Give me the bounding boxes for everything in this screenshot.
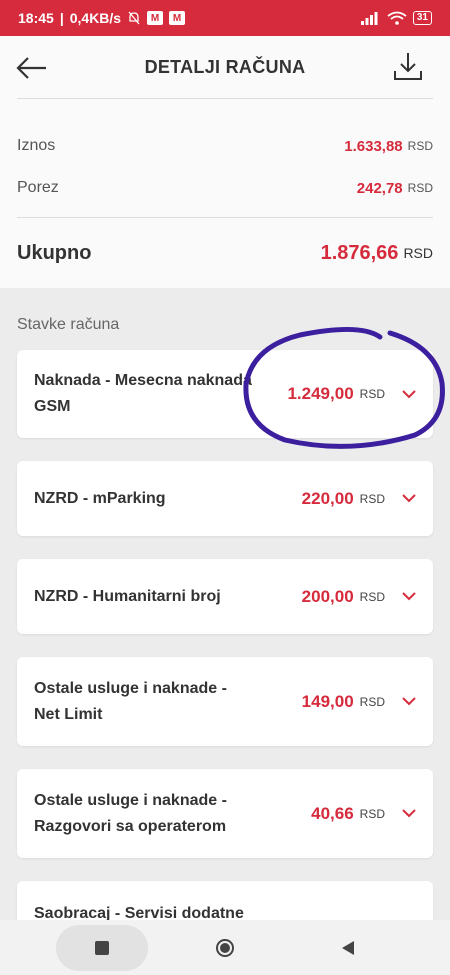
system-nav-bar	[0, 920, 450, 975]
status-time: 18:45	[18, 10, 54, 26]
porez-label: Porez	[17, 179, 59, 196]
triangle-back-icon	[342, 940, 355, 955]
divider	[17, 98, 433, 99]
ukupno-value: 1.876,66	[320, 241, 399, 264]
item-name: NZRD - mParking	[34, 489, 166, 507]
items-list: Naknada - Mesecna naknada GSM 1.249,00 R…	[17, 350, 433, 974]
item-amount: 40,66	[311, 803, 354, 823]
currency-label: RSD	[407, 181, 433, 195]
app-bar: DETALJI RAČUNA	[0, 36, 450, 98]
item-currency: RSD	[359, 491, 385, 506]
chevron-down-icon[interactable]	[401, 386, 417, 402]
status-speed: 0,4KB/s	[69, 10, 122, 26]
back-nav-button[interactable]	[302, 925, 394, 971]
item-currency: RSD	[359, 806, 385, 821]
wifi-icon	[387, 11, 407, 25]
item-amount: 149,00	[301, 691, 354, 711]
iznos-label: Iznos	[17, 137, 56, 154]
item-currency: RSD	[359, 387, 385, 401]
iznos-value: 1.633,88	[344, 137, 403, 155]
chevron-down-icon[interactable]	[401, 806, 417, 822]
gmail-icon: M	[147, 11, 164, 25]
download-button[interactable]	[390, 48, 426, 84]
ukupno-row: Ukupno 1.876,66 RSD	[0, 218, 450, 288]
recents-button[interactable]	[55, 924, 148, 971]
items-section-label: Stavke računa	[17, 316, 120, 333]
item-name: Naknada - Mesecna naknada GSM	[34, 372, 252, 415]
item-currency: RSD	[359, 694, 385, 709]
arrow-left-icon	[16, 57, 46, 79]
list-item[interactable]: NZRD - Humanitarni broj 200,00 RSD	[17, 559, 433, 634]
item-name: Ostale usluge i naknade - Net Limit	[34, 679, 227, 723]
currency-label: RSD	[403, 245, 433, 261]
square-icon	[94, 940, 109, 955]
item-name: Ostale usluge i naknade - Razgovori sa o…	[34, 791, 227, 835]
porez-row: Porez 242,78 RSD	[0, 177, 450, 199]
list-item[interactable]: Naknada - Mesecna naknada GSM 1.249,00 R…	[17, 350, 433, 438]
item-amount: 200,00	[301, 586, 354, 606]
status-bar: 18:45 | 0,4KB/s M M 31	[0, 0, 450, 36]
currency-label: RSD	[407, 139, 433, 153]
list-item[interactable]: NZRD - mParking 220,00 RSD	[17, 461, 433, 536]
signal-icon	[360, 12, 378, 25]
summary-panel: DETALJI RAČUNA Iznos 1.633,88 RSD Porez …	[0, 36, 450, 288]
chevron-down-icon[interactable]	[401, 491, 417, 507]
ukupno-label: Ukupno	[17, 241, 92, 264]
gmail-icon: M	[169, 11, 186, 25]
circle-icon	[215, 938, 234, 957]
porez-value: 242,78	[356, 179, 403, 197]
item-amount: 220,00	[301, 488, 354, 508]
back-button[interactable]	[14, 50, 50, 86]
bell-off-icon	[128, 11, 140, 25]
chevron-down-icon[interactable]	[401, 694, 417, 710]
list-item[interactable]: Ostale usluge i naknade - Razgovori sa o…	[17, 769, 433, 858]
item-amount: 1.249,00	[287, 384, 354, 403]
chevron-down-icon[interactable]	[401, 589, 417, 605]
list-item[interactable]: Ostale usluge i naknade - Net Limit 149,…	[17, 657, 433, 746]
battery-icon: 31	[412, 11, 432, 25]
home-button[interactable]	[179, 925, 271, 971]
item-name: NZRD - Humanitarni broj	[34, 587, 221, 605]
item-currency: RSD	[359, 589, 385, 604]
iznos-row: Iznos 1.633,88 RSD	[0, 135, 450, 157]
download-icon	[394, 53, 422, 80]
page-title: DETALJI RAČUNA	[144, 56, 306, 77]
